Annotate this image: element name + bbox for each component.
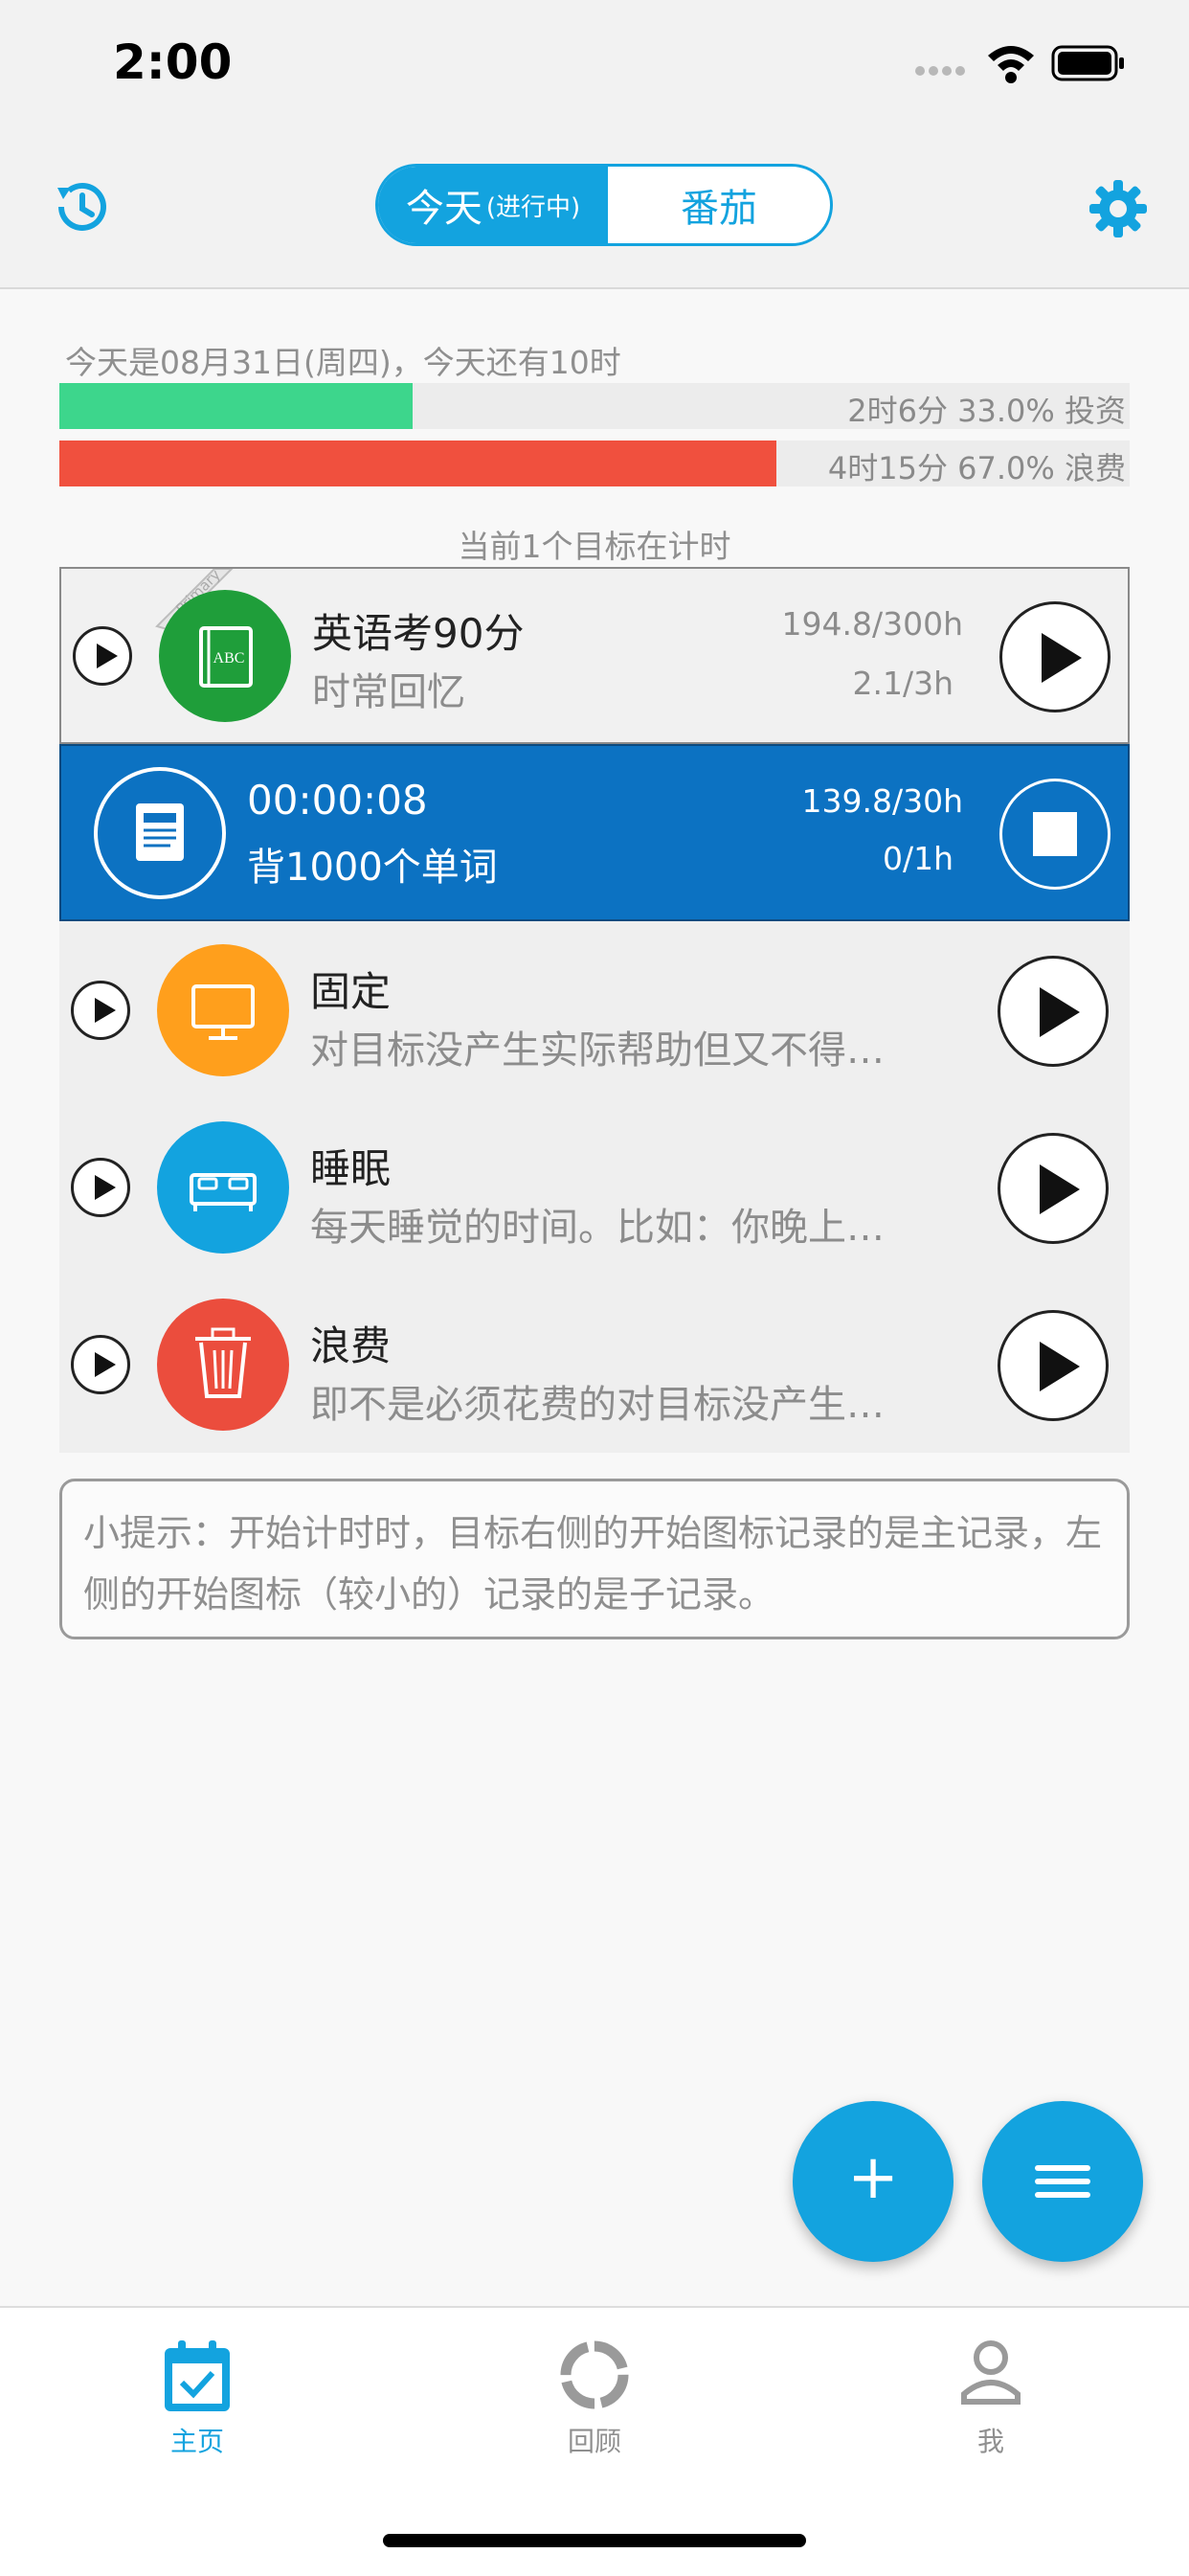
person-icon (961, 2340, 1021, 2405)
notebook-icon (94, 767, 226, 899)
main-record-play-button[interactable] (998, 956, 1109, 1067)
home-indicator (383, 2534, 806, 2547)
tab-pomodoro[interactable]: 番茄 (608, 167, 830, 243)
date-summary: 今天是08月31日(周四)，今天还有10时 (65, 344, 621, 381)
goal-row-sleep[interactable]: 睡眠 每天睡觉的时间。比如：你晚上… (59, 1098, 1130, 1276)
main-record-play-button[interactable] (999, 601, 1110, 712)
tab-today[interactable]: 今天 (进行中) (378, 167, 608, 243)
calendar-check-icon (165, 2340, 230, 2411)
goal-title: 睡眠 (310, 1145, 392, 1192)
goal-subtitle: 即不是必须花费的对目标没产生… (310, 1383, 885, 1427)
tip-box: 小提示：开始计时时，目标右侧的开始图标记录的是主记录，左侧的开始图标（较小的）记… (59, 1479, 1130, 1639)
timer-status: 当前1个目标在计时 (458, 528, 731, 565)
main-record-play-button[interactable] (998, 1310, 1109, 1421)
status-time: 2:00 (113, 34, 233, 90)
goal-row-fixed[interactable]: 固定 对目标没产生实际帮助但又不得… (59, 921, 1130, 1098)
tab-me-label: 我 (976, 2426, 1004, 2457)
goal-total-stat: 194.8/300h (781, 605, 964, 643)
tab-today-label: 今天 (405, 187, 482, 231)
tab-pomodoro-label: 番茄 (681, 187, 757, 231)
goal-title: 浪费 (310, 1322, 392, 1369)
sub-record-play-button[interactable] (73, 626, 132, 686)
history-icon[interactable] (48, 174, 113, 239)
book-abc-icon: ABC (159, 590, 291, 722)
review-ring-icon (560, 2340, 629, 2409)
battery-icon (1051, 45, 1124, 81)
menu-button[interactable] (982, 2101, 1143, 2262)
goal-row-words-running[interactable]: 00:00:08 背1000个单词 139.8/30h 0/1h (59, 744, 1130, 921)
tab-home[interactable]: 主页 (101, 2308, 293, 2499)
sub-record-play-button[interactable] (71, 981, 130, 1040)
goal-subtitle: 每天睡觉的时间。比如：你晚上… (310, 1206, 885, 1250)
svg-text:ABC: ABC (213, 650, 245, 667)
signal-icon (915, 66, 965, 76)
invest-progress-fill (59, 383, 413, 429)
mode-segmented-control: 今天 (进行中) 番茄 (375, 164, 833, 246)
waste-progress-label: 4时15分 67.0% 浪费 (827, 450, 1126, 486)
tab-review-label: 回顾 (567, 2426, 621, 2457)
goal-subtitle: 对目标没产生实际帮助但又不得… (310, 1028, 885, 1073)
goal-row-waste[interactable]: 浪费 即不是必须花费的对目标没产生… (59, 1276, 1130, 1453)
menu-icon (1035, 2165, 1090, 2198)
bed-icon (157, 1121, 289, 1254)
goal-row-english[interactable]: Primary ABC 英语考90分 时常回忆 194.8/300h 2.1/3… (59, 567, 1130, 744)
plus-icon: + (847, 2142, 899, 2213)
invest-progress-bar: 2时6分 33.0% 投资 (59, 383, 1130, 429)
tab-me[interactable]: 我 (895, 2308, 1087, 2499)
goal-list: Primary ABC 英语考90分 时常回忆 194.8/300h 2.1/3… (59, 567, 1130, 1453)
goal-subtitle: 背1000个单词 (247, 846, 498, 890)
gear-icon[interactable] (1088, 178, 1149, 239)
goal-today-stat: 0/1h (882, 840, 953, 877)
tab-today-sub: (进行中) (485, 192, 581, 222)
wifi-icon (988, 46, 1034, 83)
monitor-icon (157, 944, 289, 1076)
goal-title: 固定 (310, 968, 392, 1015)
tab-review[interactable]: 回顾 (499, 2308, 690, 2499)
trash-icon (157, 1299, 289, 1431)
tab-home-label: 主页 (169, 2426, 224, 2457)
waste-progress-bar: 4时15分 67.0% 浪费 (59, 441, 1130, 486)
invest-progress-label: 2时6分 33.0% 投资 (847, 393, 1126, 429)
goal-title: 英语考90分 (312, 610, 525, 657)
waste-progress-fill (59, 441, 777, 486)
sub-record-play-button[interactable] (71, 1335, 130, 1394)
sub-record-play-button[interactable] (71, 1158, 130, 1217)
add-goal-button[interactable]: + (793, 2101, 953, 2262)
main-record-play-button[interactable] (998, 1133, 1109, 1244)
goal-total-stat: 139.8/30h (801, 782, 964, 820)
running-timer: 00:00:08 (247, 777, 428, 824)
stop-button[interactable] (999, 779, 1110, 890)
goal-today-stat: 2.1/3h (852, 665, 953, 702)
